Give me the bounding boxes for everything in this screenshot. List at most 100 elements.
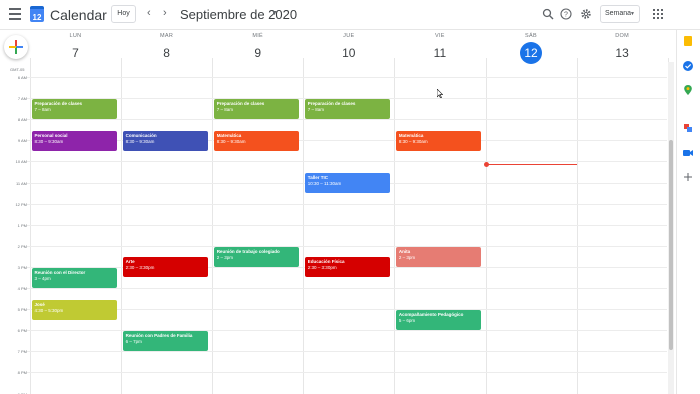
hour-gridline [27,245,667,247]
view-selector-label: Semana [605,10,632,17]
create-event-button[interactable] [4,35,28,59]
day-column-header: VIE 11 [394,33,485,64]
event-time: 8:30 – 9:30am [216,138,246,144]
calendar-event[interactable]: Preparación de clases 7 – 8am [304,99,390,120]
day-column-header: DOM 13 [577,33,668,64]
day-number[interactable]: 12 [520,42,542,64]
search-icon[interactable] [542,8,554,20]
calendar-event[interactable]: Preparación de clases 7 – 8am [31,99,117,120]
calendar-event[interactable]: Preparación de clases 7 – 8am [213,99,299,120]
tasks-icon[interactable] [682,60,694,72]
hour-label: 9 AM [17,138,27,144]
day-number[interactable]: 10 [338,42,360,64]
next-week-button[interactable]: › [163,7,167,19]
hour-label: 11 AM [15,180,27,186]
main-menu-icon[interactable] [9,8,21,20]
calendar-event[interactable]: Reunión de trabajo colegiado 2 – 3pm [213,246,299,267]
today-button[interactable]: Hoy [111,5,136,23]
calendar-event[interactable]: Acompañamiento Pedagógico 5 – 6pm [395,310,481,331]
day-name: DOM [615,33,629,39]
calendar-event[interactable]: Educación Física 2:30 – 3:30pm [304,257,390,278]
hour-gridline [27,119,667,121]
scrollbar-thumb[interactable] [669,140,673,350]
app-title: Calendar [50,7,107,23]
event-time: 4:30 – 5:30pm [34,307,64,313]
get-addons-plus-icon[interactable] [682,171,694,183]
column-divider [30,58,31,394]
event-time: 3 – 4pm [34,275,51,281]
hour-gridline [27,161,667,163]
day-number[interactable]: 9 [247,42,269,64]
column-divider [394,58,396,394]
hour-gridline [27,224,667,226]
day-number[interactable]: 7 [65,42,87,64]
column-divider [576,58,578,394]
column-divider [485,58,487,394]
addon-icon[interactable] [682,122,694,134]
event-time: 6 – 7pm [125,339,142,345]
day-name: SÁB [525,33,537,39]
mouse-cursor-icon [437,89,443,98]
hour-gridline [27,288,667,289]
day-name: MAR [160,33,174,39]
column-divider [121,58,123,394]
calendar-event[interactable]: Matemática 8:30 – 9:30am [395,130,481,151]
calendar-event[interactable]: Arte 2:30 – 3:30pm [122,257,208,278]
calendar-event[interactable]: Personal social 8:30 – 9:30am [31,130,117,151]
day-number[interactable]: 13 [611,42,633,64]
day-column-header: JUE 10 [303,33,394,64]
timezone-label: GMT-05 [10,67,25,72]
calendar-event[interactable]: Matemática 8:30 – 9:30am [213,130,299,151]
prev-week-button[interactable]: ‹ [147,7,151,19]
hour-label: 7 AM [17,96,27,102]
calendar-event[interactable]: Reunión con el Director 3 – 4pm [31,267,117,288]
event-time: 2 – 3pm [216,254,233,260]
day-name: JUE [343,33,355,39]
month-picker-caret-icon[interactable]: ▼ [271,10,278,17]
day-number[interactable]: 11 [429,42,451,64]
apps-grid-icon[interactable] [652,8,664,20]
hour-gridline [27,203,667,205]
meet-video-icon[interactable] [682,147,694,159]
view-selector[interactable]: Semana ▼ [600,5,640,23]
day-name: LUN [69,33,82,39]
day-column-header: MAR 8 [121,33,212,64]
hour-gridline [27,351,667,353]
day-column-header: MIÉ 9 [212,33,303,64]
month-title: Septiembre de 2020 [180,7,298,22]
calendar-event[interactable]: Reunión con Padres de Familia 6 – 7pm [122,331,208,352]
current-time-dot [484,162,489,167]
hour-label: 1 PM [17,222,27,228]
event-time: 2:30 – 3:30pm [307,265,337,271]
event-time: 7 – 8am [216,107,233,113]
day-column-header: SÁB 12 [486,33,577,64]
event-time: 5 – 6pm [398,318,416,324]
hour-gridline [27,77,667,78]
event-time: 7 – 8am [34,107,51,113]
current-time-line [486,164,577,165]
maps-icon[interactable] [682,84,694,96]
event-time: 8:30 – 9:30am [34,138,64,144]
view-caret-icon: ▼ [630,11,635,17]
day-name: MIÉ [252,33,264,39]
day-name: VIE [435,33,445,39]
keep-notes-icon[interactable] [682,35,694,47]
plus-icon [9,40,23,54]
settings-gear-icon[interactable] [580,8,592,20]
hour-label: 6 AM [17,75,27,80]
calendar-event[interactable]: Taller TIC 10:30 – 11:30am [304,172,390,194]
day-number[interactable]: 8 [156,42,178,64]
calendar-event[interactable]: Anita 2 – 3pm [395,246,481,267]
hour-label: 4 PM [17,286,27,291]
event-time: 2:30 – 3:30pm [125,265,155,271]
hour-label: 10 AM [15,159,27,165]
help-icon[interactable]: ? [560,8,572,20]
calendar-event[interactable]: José 4:30 – 5:30pm [31,299,117,320]
calendar-event[interactable]: Comunicación 8:30 – 9:30am [122,130,208,151]
hour-label: 7 PM [17,349,27,355]
event-time: 7 – 8am [307,107,325,113]
hour-label: 2 PM [17,243,27,249]
event-time: 2 – 3pm [398,254,416,260]
hour-gridline [27,372,667,374]
hour-label: 8 PM [17,370,27,376]
